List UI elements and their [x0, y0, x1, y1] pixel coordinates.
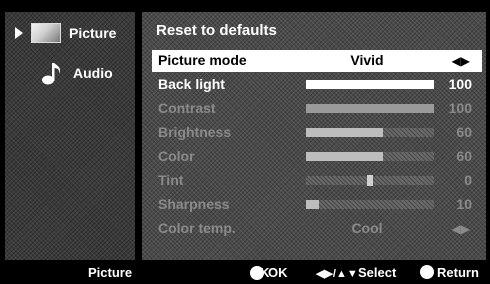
left-right-arrows-icon: ◀▶ — [451, 222, 470, 236]
picture-mode-row[interactable]: Picture mode Vivid ◀▶ — [152, 50, 482, 72]
footer-select-label: Select — [358, 265, 397, 280]
sharpness-label: Sharpness — [158, 196, 230, 212]
color-slider — [306, 152, 434, 161]
color-temp-value: Cool — [351, 220, 383, 236]
navigate-arrows-icon: ◀▶/▲▼ — [316, 268, 358, 280]
footer-bar: Picture OK OK ◀▶/▲▼ Select Return — [0, 262, 490, 284]
color-temp-row: Color temp. Cool ◀▶ — [152, 218, 482, 240]
sidebar-item-picture[interactable]: Picture — [5, 18, 135, 48]
tint-row: Tint 0 — [152, 170, 482, 192]
contrast-slider — [306, 104, 434, 113]
brightness-label: Brightness — [158, 124, 232, 140]
footer-section-label: Picture — [88, 265, 133, 280]
tv-menu-screen: Picture Audio Reset to defaults Picture … — [0, 0, 490, 284]
ok-button-icon: OK — [250, 265, 270, 280]
back-light-value: 100 — [448, 76, 472, 92]
selection-arrow-icon — [15, 27, 23, 39]
sidebar-item-label: Audio — [73, 65, 113, 81]
back-light-row[interactable]: Back light 100 — [152, 74, 482, 96]
tint-slider — [306, 175, 434, 186]
tint-label: Tint — [158, 172, 184, 188]
sidebar: Picture Audio — [5, 12, 135, 260]
brightness-value: 60 — [456, 124, 472, 140]
footer-return-label: Return — [437, 265, 479, 280]
picture-mode-label: Picture mode — [158, 52, 247, 68]
sharpness-value: 10 — [456, 196, 472, 212]
color-temp-label: Color temp. — [158, 220, 236, 236]
sidebar-item-label: Picture — [69, 25, 117, 41]
reset-to-defaults-button[interactable]: Reset to defaults — [156, 22, 277, 39]
color-value: 60 — [456, 148, 472, 164]
contrast-value: 100 — [448, 100, 472, 116]
sidebar-item-audio[interactable]: Audio — [5, 58, 135, 88]
footer-ok-label: OK — [268, 265, 288, 280]
picture-icon — [31, 23, 61, 43]
back-light-label: Back light — [158, 76, 225, 92]
sharpness-row: Sharpness 10 — [152, 194, 482, 216]
contrast-row: Contrast 100 — [152, 98, 482, 120]
color-row: Color 60 — [152, 146, 482, 168]
color-label: Color — [158, 148, 195, 164]
sharpness-slider — [306, 200, 434, 209]
return-icon — [420, 265, 434, 279]
contrast-label: Contrast — [158, 100, 216, 116]
picture-mode-value: Vivid — [350, 52, 384, 68]
music-note-icon — [42, 63, 61, 85]
settings-panel: Reset to defaults Picture mode Vivid ◀▶ … — [142, 12, 486, 260]
brightness-slider — [306, 128, 434, 137]
brightness-row: Brightness 60 — [152, 122, 482, 144]
tint-value: 0 — [464, 172, 472, 188]
left-right-arrows-icon: ◀▶ — [451, 54, 470, 68]
back-light-slider[interactable] — [306, 80, 434, 89]
